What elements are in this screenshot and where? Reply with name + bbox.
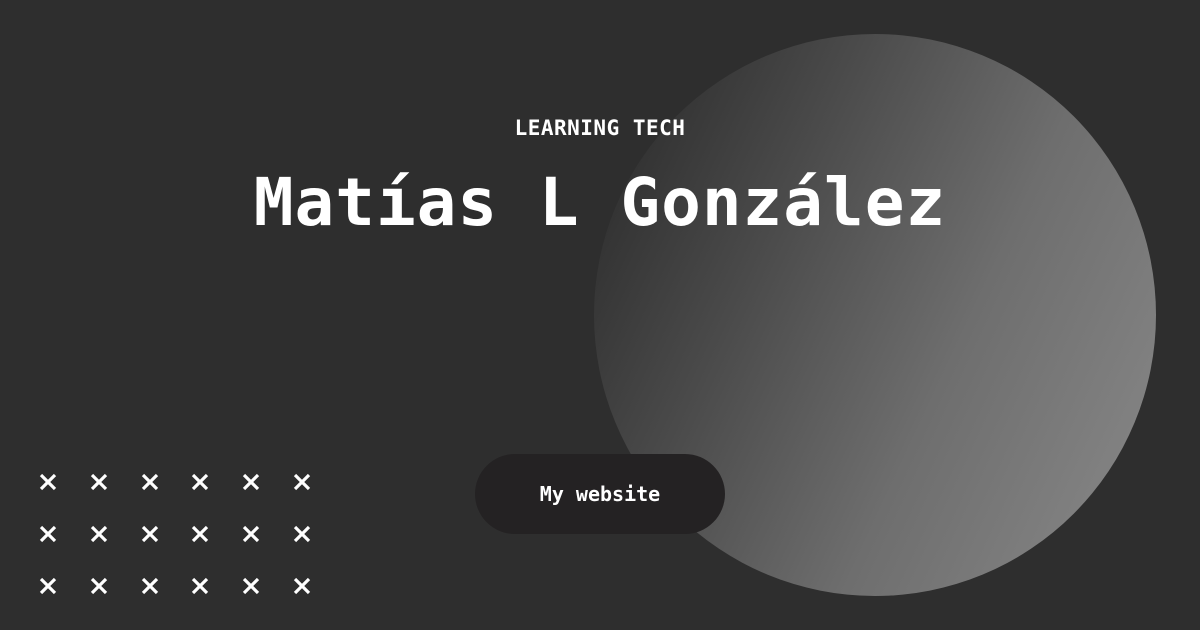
close-icon bbox=[22, 456, 74, 508]
close-icon bbox=[174, 456, 226, 508]
close-icon bbox=[73, 560, 125, 612]
close-icon bbox=[73, 456, 125, 508]
close-icon bbox=[124, 560, 176, 612]
close-icon bbox=[124, 508, 176, 560]
close-icon bbox=[73, 508, 125, 560]
website-button[interactable]: My website bbox=[475, 454, 725, 534]
close-icon bbox=[225, 508, 277, 560]
close-icon bbox=[124, 456, 176, 508]
close-icon bbox=[225, 560, 277, 612]
close-icon bbox=[174, 560, 226, 612]
social-card: LEARNING TECH Matías L González My websi… bbox=[0, 0, 1200, 630]
close-icon bbox=[276, 508, 328, 560]
close-icon bbox=[276, 456, 328, 508]
close-icon bbox=[174, 508, 226, 560]
eyebrow-label: LEARNING TECH bbox=[514, 116, 686, 140]
close-icon bbox=[276, 560, 328, 612]
close-icon bbox=[225, 456, 277, 508]
close-icon bbox=[22, 560, 74, 612]
close-icon bbox=[22, 508, 74, 560]
page-title: Matías L González bbox=[253, 164, 947, 241]
